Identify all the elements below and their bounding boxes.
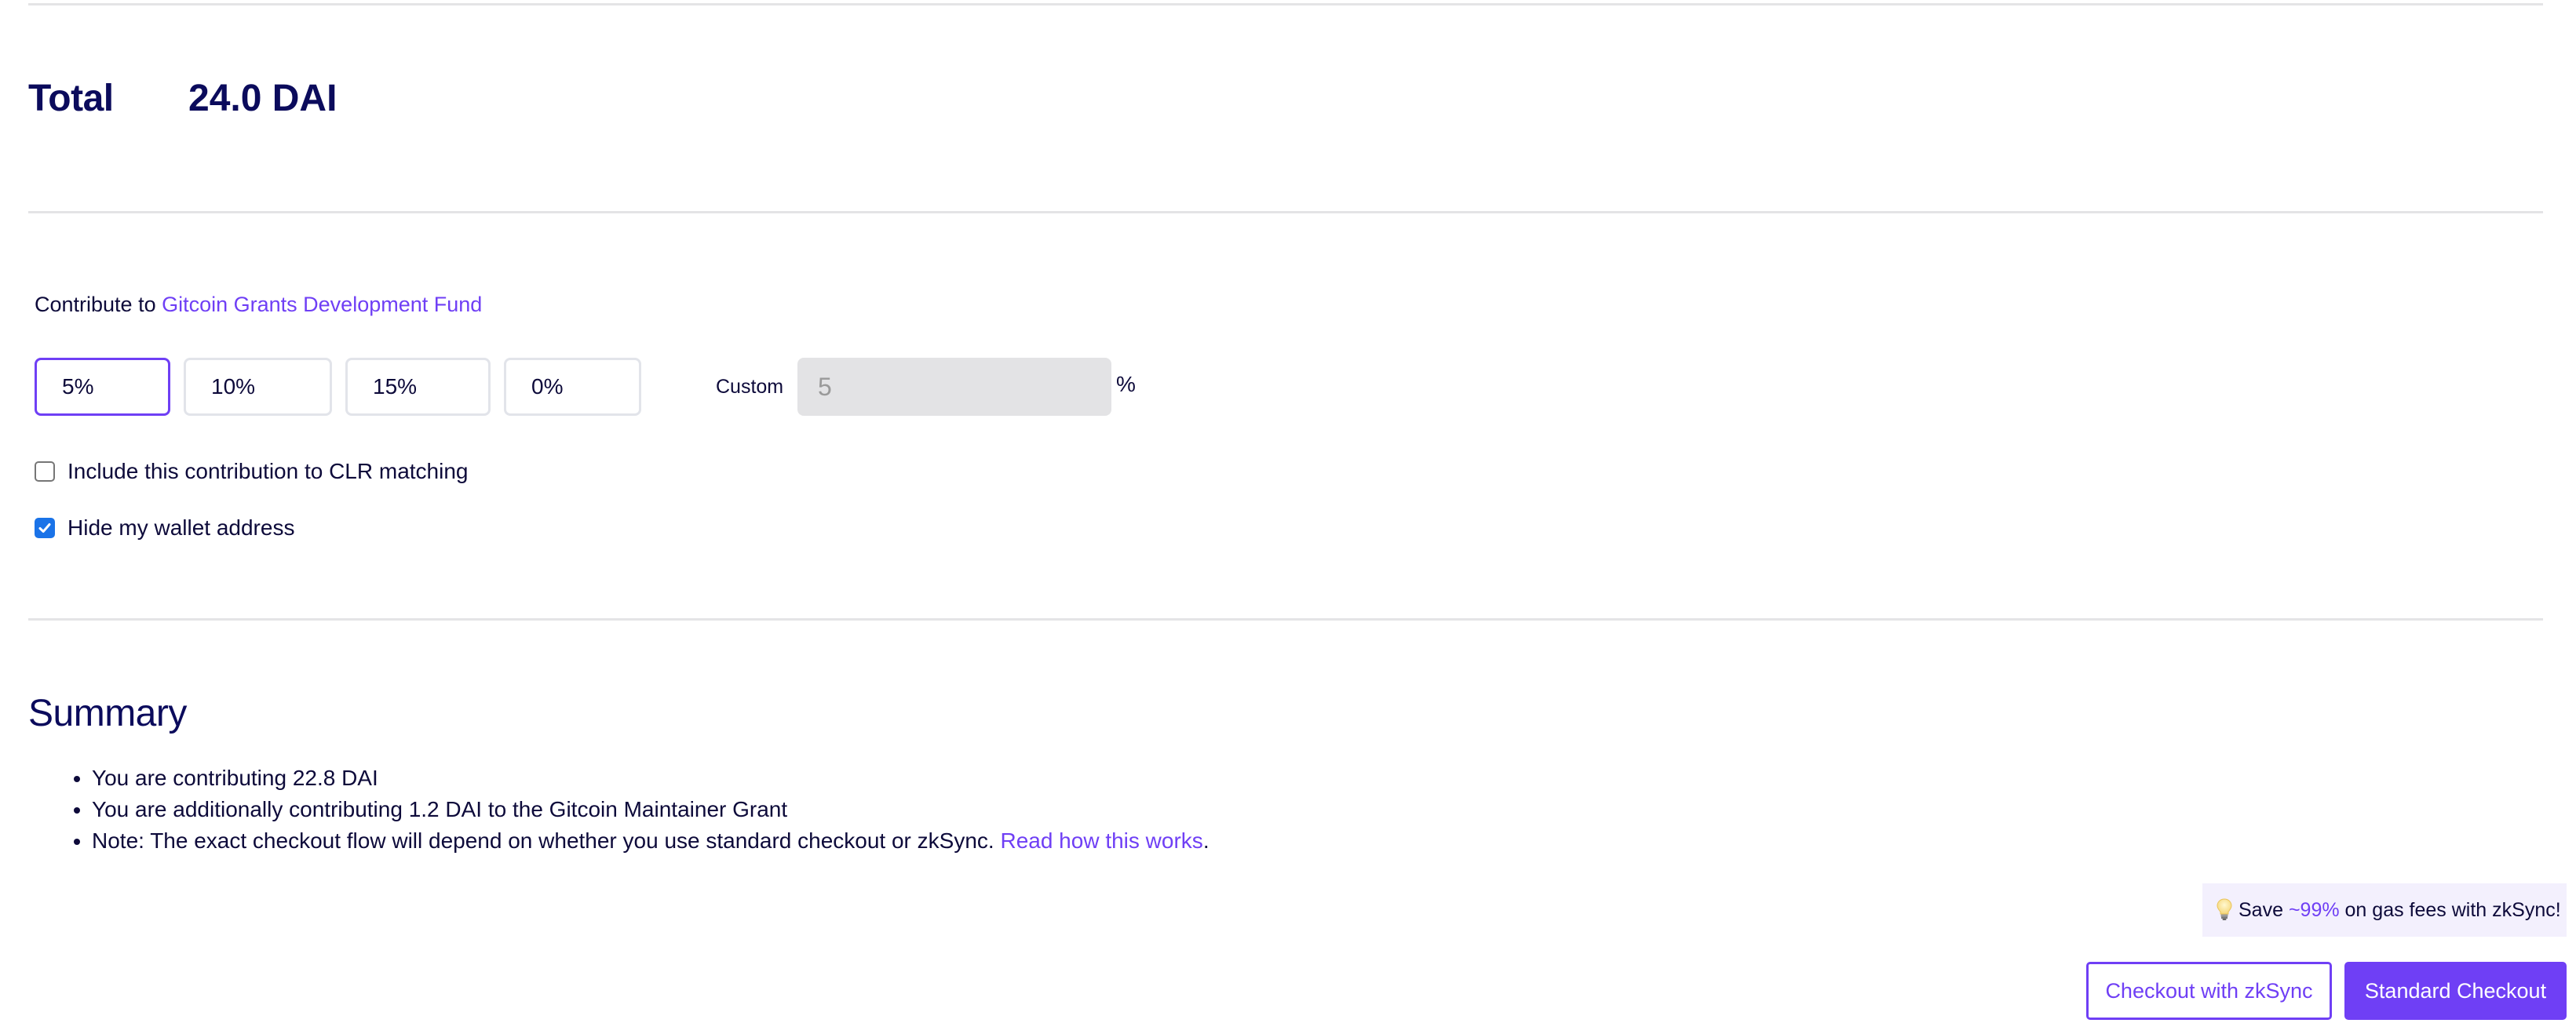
hide-wallet-option[interactable]: Hide my wallet address [35, 516, 294, 540]
note-end: . [1202, 828, 1210, 853]
summary-item: You are contributing 22.8 DAI [92, 763, 1210, 794]
standard-checkout-button[interactable]: Standard Checkout [2344, 962, 2567, 1020]
clr-matching-label: Include this contribution to CLR matchin… [68, 459, 469, 483]
banner-prefix: Save [2238, 898, 2283, 921]
custom-percent-label: Custom [716, 376, 784, 398]
top-divider [28, 3, 2543, 5]
checkout-zksync-button[interactable]: Checkout with zkSync [2086, 962, 2332, 1020]
summary-note: Note: The exact checkout flow will depen… [92, 825, 1210, 857]
percent-option-10[interactable]: 10% [184, 358, 332, 416]
percent-option-0[interactable]: 0% [504, 358, 641, 416]
hide-wallet-checkbox[interactable] [35, 518, 55, 538]
contribute-prefix: Contribute to [35, 293, 156, 316]
percent-option-15[interactable]: 15% [345, 358, 491, 416]
lightbulb-icon [2217, 898, 2232, 922]
summary-title: Summary [28, 693, 187, 734]
checkmark-icon [38, 523, 51, 533]
hide-wallet-label: Hide my wallet address [68, 515, 295, 540]
percent-option-5[interactable]: 5% [35, 358, 170, 416]
zksync-savings-banner: Save ~99% on gas fees with zkSync! [2202, 883, 2567, 937]
summary-list: You are contributing 22.8 DAI You are ad… [0, 763, 1210, 857]
total-divider [28, 211, 2543, 213]
total-label: Total [28, 78, 114, 119]
summary-item: You are additionally contributing 1.2 DA… [92, 794, 1210, 825]
contribute-line: Contribute to Gitcoin Grants Development… [35, 290, 482, 319]
custom-percent-input[interactable] [797, 358, 1111, 416]
total-value: 24.0 DAI [188, 78, 338, 119]
banner-highlight: ~99% [2288, 898, 2340, 921]
clr-matching-checkbox[interactable] [35, 461, 55, 482]
read-how-link[interactable]: Read how this works [1000, 828, 1202, 853]
clr-matching-option[interactable]: Include this contribution to CLR matchin… [35, 460, 469, 483]
percent-suffix: % [1116, 372, 1136, 396]
fund-link[interactable]: Gitcoin Grants Development Fund [162, 293, 482, 316]
note-text: Note: The exact checkout flow will depen… [92, 828, 994, 853]
banner-suffix: on gas fees with zkSync! [2344, 898, 2561, 921]
options-divider [28, 618, 2543, 621]
